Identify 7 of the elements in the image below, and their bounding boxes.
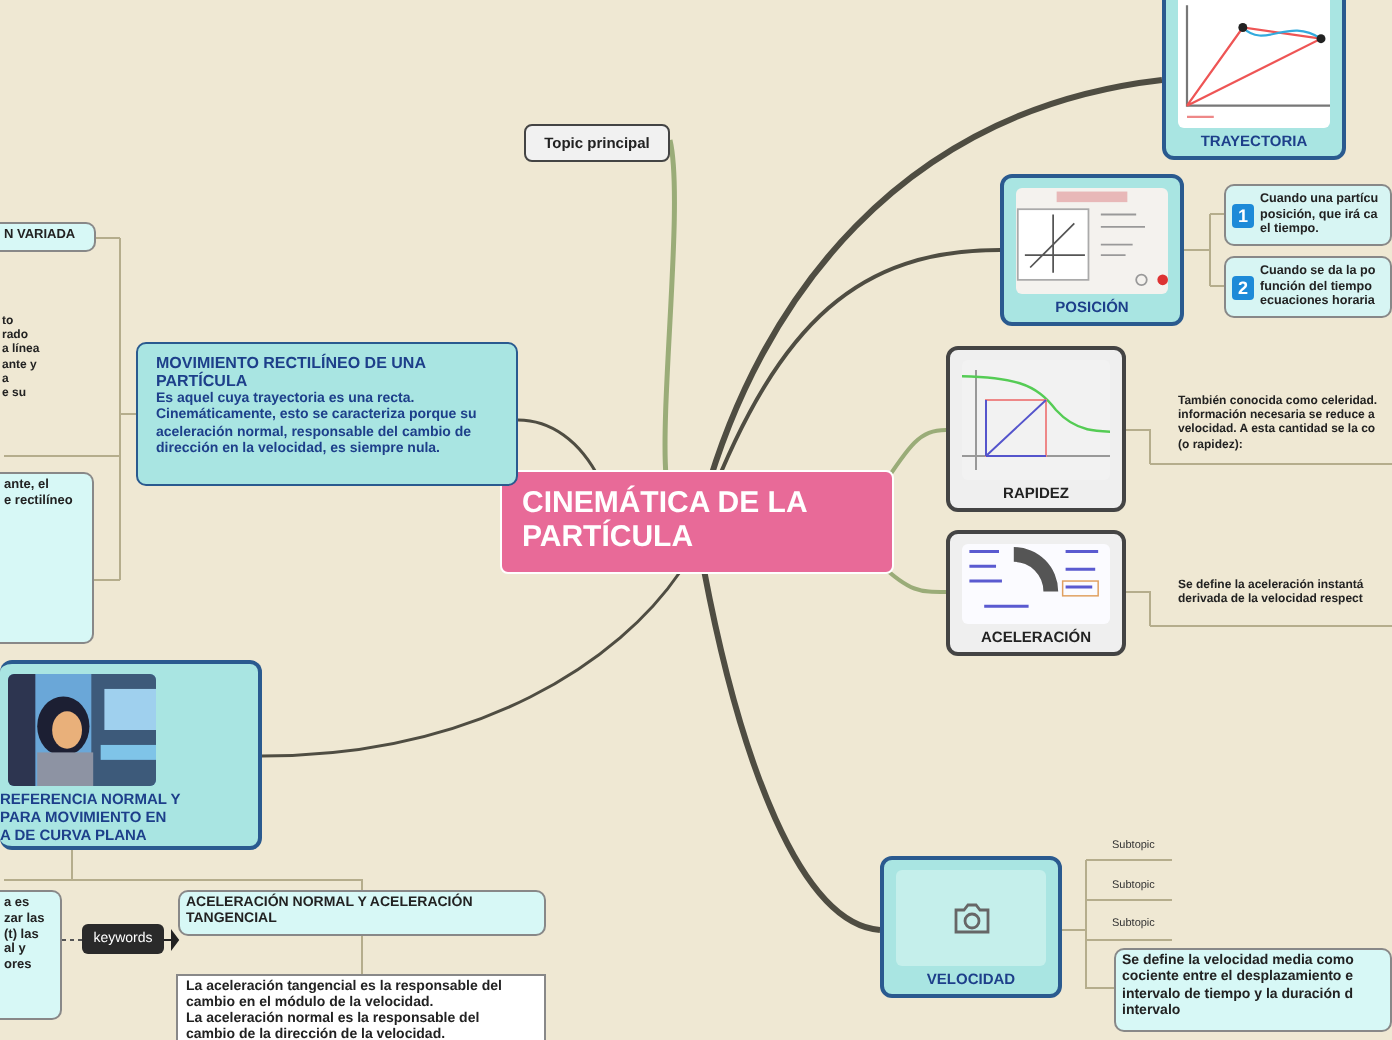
number-badge: 2	[1232, 275, 1254, 299]
connector-line	[1183, 213, 1225, 287]
topic-title: MOVIMIENTO RECTILÍNEO DE UNA PARTÍCULA	[156, 354, 428, 390]
topic-card[interactable]	[136, 342, 518, 486]
camera-icon	[951, 902, 991, 934]
arrow-icon	[163, 931, 180, 949]
number-badge: 1	[1232, 203, 1254, 227]
